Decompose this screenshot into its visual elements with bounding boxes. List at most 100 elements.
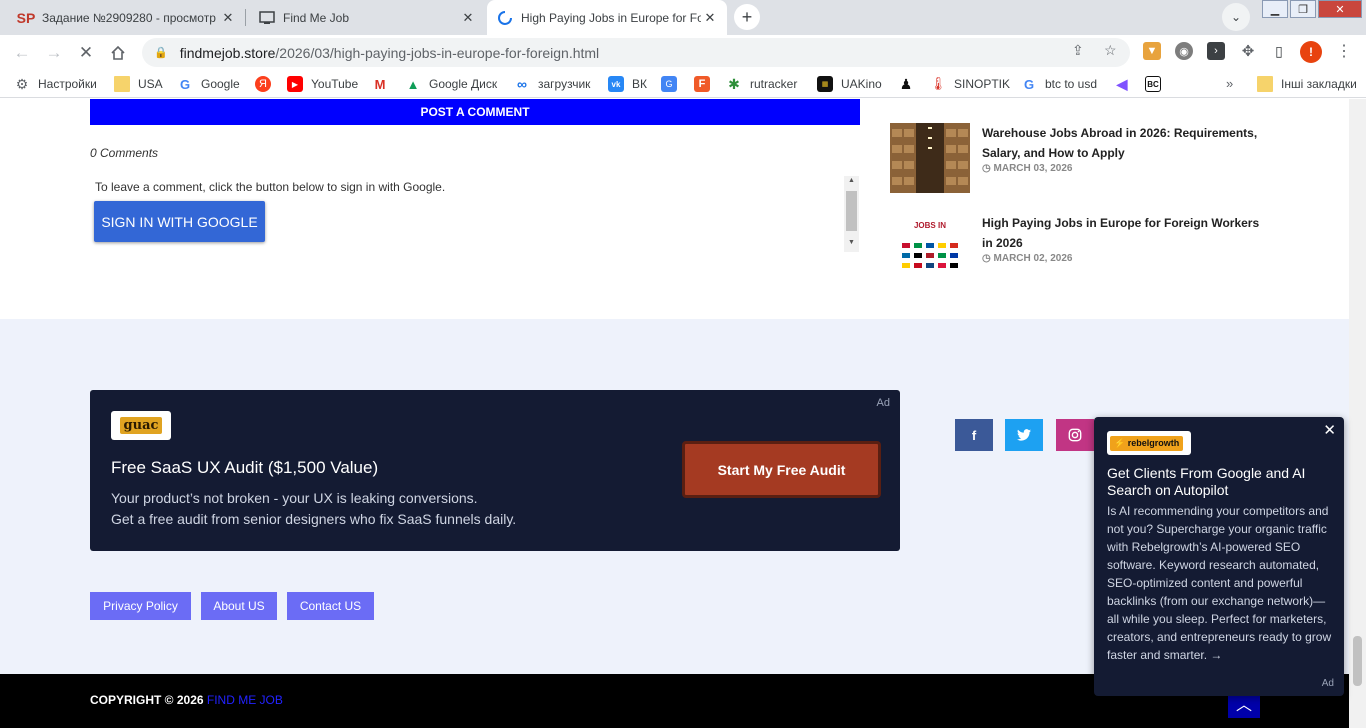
translate-icon: G bbox=[661, 76, 677, 92]
loading-spinner-icon bbox=[497, 10, 513, 26]
profile-avatar[interactable]: ! bbox=[1300, 41, 1322, 63]
bookmark-label: rutracker bbox=[750, 77, 798, 91]
google-icon: G bbox=[179, 76, 191, 92]
url-domain: findmejob.store bbox=[179, 44, 276, 61]
bookmark-downloader[interactable]: ∞ загрузчик bbox=[514, 76, 590, 92]
scrollbar-thumb[interactable] bbox=[846, 191, 857, 231]
bookmark-label: загрузчик bbox=[538, 77, 591, 91]
popup-title[interactable]: Get Clients From Google and AI Search on… bbox=[1107, 465, 1337, 499]
window-close-button[interactable]: ✕ bbox=[1318, 0, 1362, 18]
bookmark-star-icon[interactable]: ☆ bbox=[1104, 42, 1117, 59]
extension-arrow-icon[interactable]: › bbox=[1207, 42, 1225, 60]
menu-icon[interactable]: ⋮ bbox=[1336, 41, 1352, 61]
new-tab-button[interactable]: + bbox=[734, 4, 760, 30]
tab-search-button[interactable]: ⌄ bbox=[1222, 3, 1250, 31]
shield-icon[interactable]: ◉ bbox=[1175, 42, 1193, 60]
infinity-icon: ∞ bbox=[517, 76, 527, 92]
bookmark-f[interactable]: F bbox=[694, 76, 718, 92]
post-comment-label: POST A COMMENT bbox=[420, 105, 530, 119]
share-icon[interactable]: ⇪ bbox=[1072, 42, 1084, 59]
vk-icon: vk bbox=[608, 76, 624, 92]
bookmark-uakino[interactable]: ▦ UAKino bbox=[817, 76, 882, 92]
link-label: About US bbox=[213, 599, 265, 613]
jobs-in-europe-thumbnail[interactable]: JOBS IN bbox=[890, 213, 970, 283]
close-icon[interactable]: ✕ bbox=[701, 10, 719, 26]
bookmark-yandex[interactable]: Я bbox=[255, 76, 279, 92]
forward-button[interactable]: → bbox=[42, 41, 66, 65]
bookmark-bc[interactable]: BC bbox=[1145, 76, 1169, 92]
cta-label: Start My Free Audit bbox=[717, 461, 846, 478]
drive-icon: ▲ bbox=[406, 76, 420, 92]
stop-loading-button[interactable]: ✕ bbox=[74, 41, 98, 65]
bookmark-usa[interactable]: USA bbox=[114, 76, 163, 92]
bookmark-gmail[interactable]: M bbox=[372, 76, 396, 92]
bookmarks-overflow-button[interactable]: » bbox=[1226, 76, 1233, 91]
scrollbar-thumb[interactable] bbox=[1353, 636, 1362, 686]
close-icon[interactable]: ✕ bbox=[459, 10, 477, 26]
scroll-down-icon[interactable]: ▼ bbox=[844, 239, 859, 251]
ad-description: Your product’s not broken - your UX is l… bbox=[111, 488, 516, 530]
bookmark-sinoptik[interactable]: 🌡 SINOPTIK bbox=[930, 76, 1010, 92]
bookmark-label: Google Диск bbox=[429, 77, 498, 91]
about-us-link[interactable]: About US bbox=[201, 592, 277, 620]
minimize-button[interactable]: ▁ bbox=[1262, 0, 1288, 18]
facebook-icon: f bbox=[971, 427, 977, 443]
contact-us-link[interactable]: Contact US bbox=[287, 592, 374, 620]
popup-ad[interactable]: ✕ ⚡ rebelgrowth Get Clients From Google … bbox=[1094, 417, 1344, 696]
sign-in-with-google-button[interactable]: SIGN IN WITH GOOGLE bbox=[94, 201, 265, 242]
puzzle-icon[interactable]: ✥ bbox=[1239, 42, 1257, 60]
url-path: /2026/03/high-paying-jobs-in-europe-for-… bbox=[275, 44, 600, 61]
facebook-button[interactable]: f bbox=[955, 419, 993, 451]
bookmark-google[interactable]: G Google bbox=[177, 76, 240, 92]
logo-text: guac bbox=[119, 417, 163, 434]
clock-icon: ◷ bbox=[982, 253, 994, 264]
home-button[interactable] bbox=[106, 41, 130, 65]
privacy-policy-link[interactable]: Privacy Policy bbox=[90, 592, 191, 620]
page-scrollbar[interactable] bbox=[1349, 99, 1366, 728]
close-icon[interactable]: ✕ bbox=[1323, 421, 1336, 439]
bookmark-translate[interactable]: G bbox=[661, 76, 685, 92]
start-free-audit-button[interactable]: Start My Free Audit bbox=[682, 441, 881, 498]
twitter-button[interactable] bbox=[1005, 419, 1043, 451]
date-text: MARCH 02, 2026 bbox=[993, 253, 1073, 264]
bookmark-google-drive[interactable]: ▲ Google Диск bbox=[405, 76, 498, 92]
bookmark-rutracker[interactable]: ✱ rutracker bbox=[726, 76, 797, 92]
chevron-double-right-icon: » bbox=[1226, 76, 1234, 91]
tab-high-paying-jobs[interactable]: High Paying Jobs in Europe for Fo ✕ bbox=[487, 0, 727, 35]
ad-description-line: Your product’s not broken - your UX is l… bbox=[111, 490, 478, 506]
bookmark-btc-to-usd[interactable]: Gbtc to usd bbox=[1021, 76, 1097, 92]
brand-link[interactable]: FIND ME JOB bbox=[207, 693, 283, 707]
extension-icon[interactable]: ▼ bbox=[1143, 42, 1161, 60]
close-icon[interactable]: ✕ bbox=[219, 10, 237, 26]
home-icon bbox=[111, 45, 125, 60]
sidebar-post[interactable]: JOBS IN High Paying Jobs in Europe for F… bbox=[890, 213, 1270, 285]
back-button[interactable]: ← bbox=[10, 41, 34, 65]
sidebar-post-title[interactable]: Warehouse Jobs Abroad in 2026: Requireme… bbox=[982, 123, 1267, 163]
tab-title: High Paying Jobs in Europe for Fo bbox=[521, 10, 701, 25]
ad-banner[interactable]: Ad guac Free SaaS UX Audit ($1,500 Value… bbox=[90, 390, 900, 551]
scroll-up-icon[interactable]: ▲ bbox=[844, 177, 859, 189]
url-text[interactable]: findmejob.store/2026/03/high-paying-jobs… bbox=[180, 45, 599, 61]
address-bar[interactable]: 🔒 findmejob.store/2026/03/high-paying-jo… bbox=[142, 38, 1130, 67]
sidebar-post-title[interactable]: High Paying Jobs in Europe for Foreign W… bbox=[982, 213, 1267, 253]
sidepanel-icon[interactable]: ▯ bbox=[1270, 42, 1288, 60]
bookmark-label: UAKino bbox=[841, 77, 882, 91]
instagram-button[interactable] bbox=[1056, 419, 1094, 451]
bookmark-vk[interactable]: vk ВК bbox=[608, 76, 647, 92]
bookmark-settings[interactable]: ⚙ Настройки bbox=[14, 76, 97, 92]
bookmark-label: SINOPTIK bbox=[954, 77, 1011, 91]
warehouse-thumbnail[interactable] bbox=[890, 123, 970, 193]
google-icon: G bbox=[1023, 76, 1035, 92]
yandex-icon: Я bbox=[255, 76, 271, 92]
ad-headline[interactable]: Free SaaS UX Audit ($1,500 Value) bbox=[111, 458, 378, 478]
comment-frame-scrollbar[interactable]: ▲ ▼ bbox=[844, 176, 859, 252]
bookmark-figure[interactable]: ♟ bbox=[898, 76, 922, 92]
maximize-button[interactable]: ❐ bbox=[1290, 0, 1316, 18]
tab-task[interactable]: SP Задание №2909280 - просмотр ✕ bbox=[0, 0, 245, 35]
bookmark-other-bookmarks[interactable]: Інші закладки bbox=[1257, 76, 1357, 92]
tab-find-me-job[interactable]: Find Me Job ✕ bbox=[247, 0, 485, 35]
sidebar-post[interactable]: Warehouse Jobs Abroad in 2026: Requireme… bbox=[890, 123, 1270, 195]
bookmark-kotlin[interactable]: ◀ bbox=[1114, 76, 1138, 92]
bookmark-youtube[interactable]: ▶ YouTube bbox=[287, 76, 358, 92]
window-controls: ▁ ❐ ✕ bbox=[1260, 0, 1362, 18]
